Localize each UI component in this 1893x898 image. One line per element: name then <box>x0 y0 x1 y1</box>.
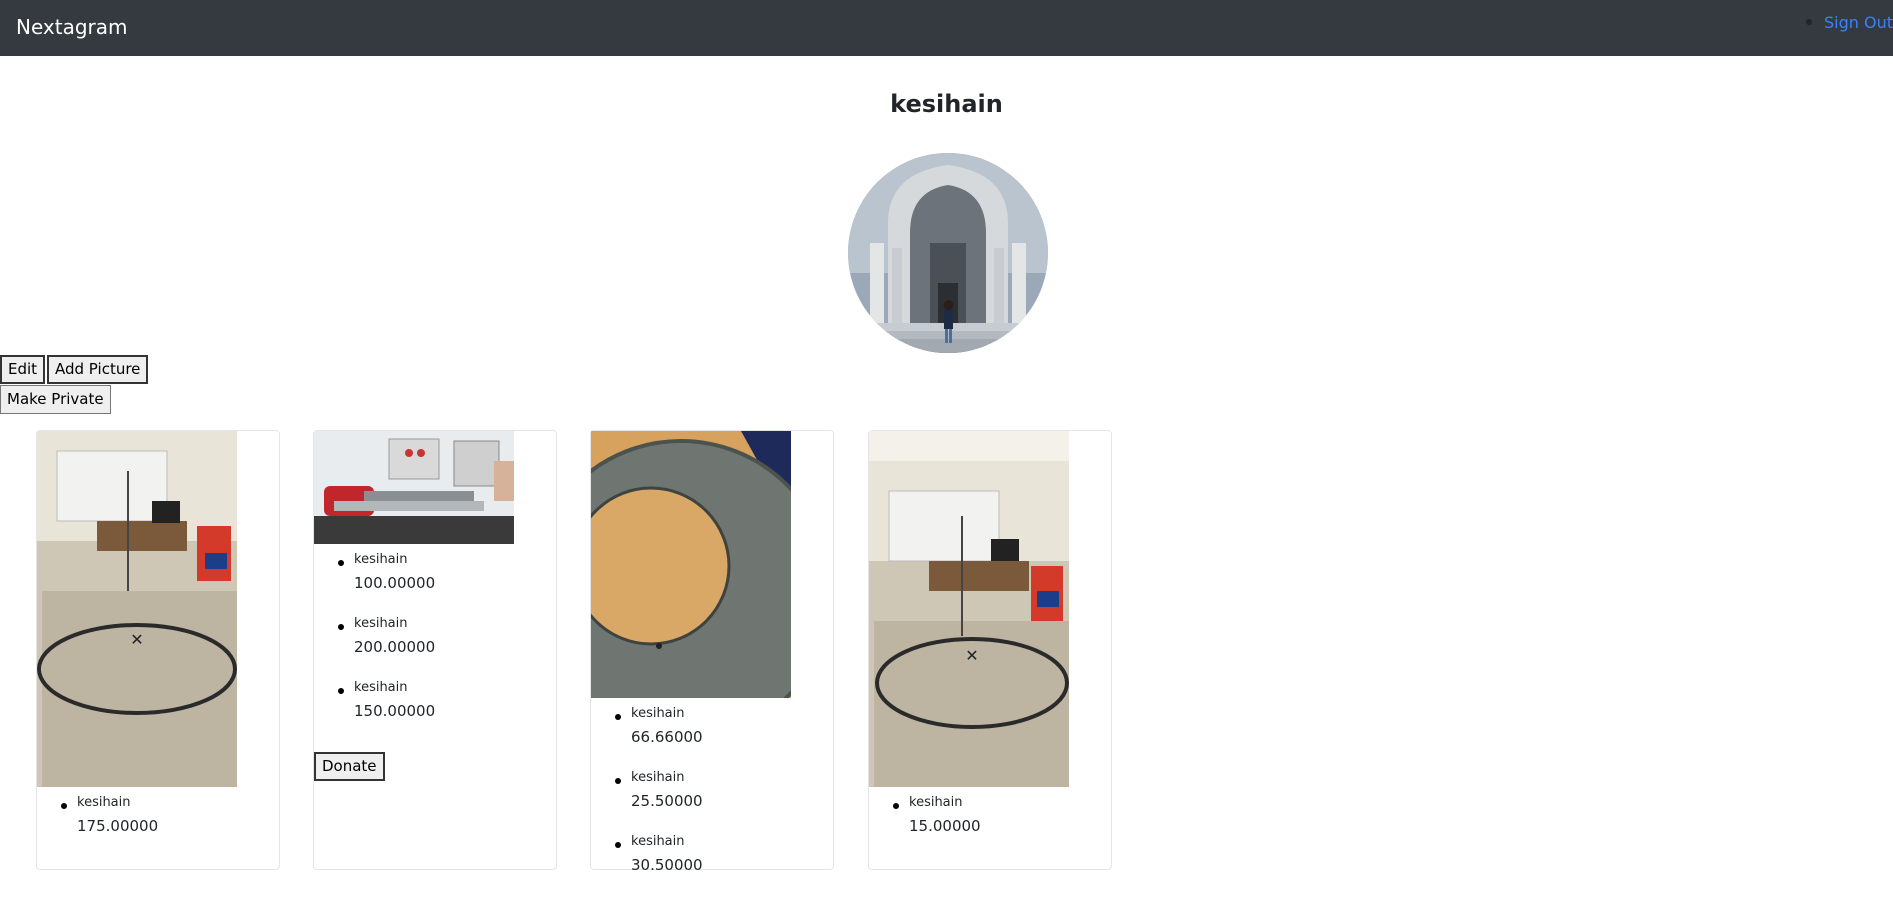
donation-amount: 66.66000 <box>631 728 703 746</box>
donation-item: kesihain 66.66000 <box>591 706 835 770</box>
mosque-arch-photo-icon <box>848 153 1048 353</box>
donation-amount: 15.00000 <box>909 817 981 835</box>
donor-name: kesihain <box>631 834 685 849</box>
donor-name: kesihain <box>631 770 685 785</box>
signout-nav-item: Sign Out <box>1806 12 1893 32</box>
list-bullet <box>615 714 621 720</box>
list-bullet <box>615 778 621 784</box>
donation-item: kesihain 15.00000 <box>869 795 1113 859</box>
list-bullet <box>1806 19 1812 25</box>
add-picture-button[interactable]: Add Picture <box>47 355 149 384</box>
edit-button[interactable]: Edit <box>0 355 46 384</box>
image-card: kesihain 66.66000 kesihain 25.50000 kesi… <box>590 430 834 874</box>
svg-text:✕: ✕ <box>965 646 978 665</box>
image-card: ✕ kesihain 15.00000 <box>868 430 1112 870</box>
image-card: kesihain 100.00000 kesihain 200.00000 ke… <box>313 430 557 870</box>
list-bullet <box>338 624 344 630</box>
brand-logo[interactable]: Nextagram <box>16 15 128 39</box>
metal-disc-photo-icon <box>591 431 791 698</box>
list-bullet <box>338 688 344 694</box>
sign-out-link[interactable]: Sign Out <box>1824 13 1893 32</box>
donation-item: kesihain 25.50000 <box>591 770 835 834</box>
lab-floor-photo-icon: ✕ <box>37 431 237 787</box>
make-private-button[interactable]: Make Private <box>0 385 111 414</box>
donation-list: kesihain 100.00000 kesihain 200.00000 ke… <box>314 552 558 744</box>
donation-item: kesihain 30.50000 <box>591 834 835 898</box>
donation-item: kesihain 100.00000 <box>314 552 558 616</box>
top-navbar: Nextagram Sign Out <box>0 0 1893 56</box>
donation-amount: 200.00000 <box>354 638 436 656</box>
image-card: ✕ kesihain 175.00000 <box>36 430 280 870</box>
donation-amount: 30.50000 <box>631 856 703 874</box>
donation-item: kesihain 150.00000 <box>314 680 558 744</box>
donate-button[interactable]: Donate <box>314 752 385 781</box>
donation-item: kesihain 200.00000 <box>314 616 558 680</box>
card-image[interactable] <box>314 431 514 544</box>
donor-name: kesihain <box>631 706 685 721</box>
donor-name: kesihain <box>354 552 408 567</box>
list-bullet <box>61 803 67 809</box>
donation-amount: 25.50000 <box>631 792 703 810</box>
lab-machine-photo-icon <box>314 431 514 544</box>
profile-avatar <box>848 153 1048 353</box>
list-bullet <box>338 560 344 566</box>
donation-list: kesihain 175.00000 <box>37 795 281 859</box>
profile-username: kesihain <box>890 90 1003 118</box>
donation-amount: 175.00000 <box>77 817 159 835</box>
card-image[interactable]: ✕ <box>37 431 237 787</box>
list-bullet <box>615 842 621 848</box>
donation-list: kesihain 66.66000 kesihain 25.50000 kesi… <box>591 706 835 898</box>
donor-name: kesihain <box>354 616 408 631</box>
card-image[interactable]: ✕ <box>869 431 1069 787</box>
card-image[interactable] <box>591 431 791 698</box>
donor-name: kesihain <box>909 795 963 810</box>
donation-amount: 100.00000 <box>354 574 436 592</box>
donation-list: kesihain 15.00000 <box>869 795 1113 859</box>
donor-name: kesihain <box>354 680 408 695</box>
donation-amount: 150.00000 <box>354 702 436 720</box>
donor-name: kesihain <box>77 795 131 810</box>
donation-item: kesihain 175.00000 <box>37 795 281 859</box>
list-bullet <box>893 803 899 809</box>
lab-floor-photo-icon: ✕ <box>869 431 1069 787</box>
svg-text:✕: ✕ <box>130 630 143 649</box>
